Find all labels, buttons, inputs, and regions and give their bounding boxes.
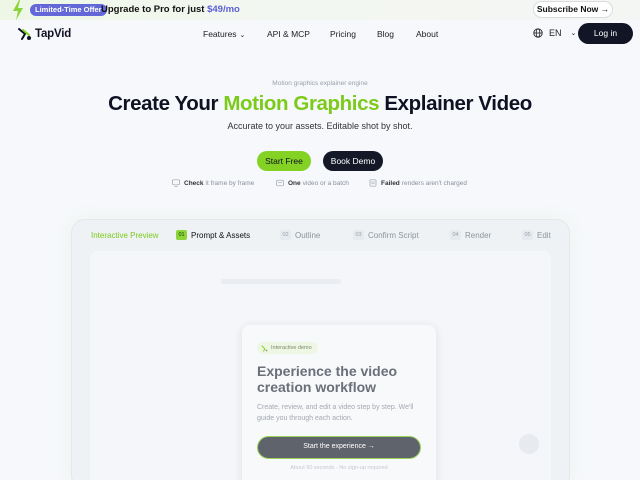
feature-failed-renders: Failed renders aren't charged: [369, 179, 467, 187]
interactive-demo-badge: Interactive demo: [257, 342, 318, 354]
placeholder-circle: [519, 434, 539, 454]
brand-name: TapVid: [35, 28, 72, 40]
card-fine-print: About 90 seconds · No sign-up required: [290, 465, 388, 471]
step-label: Render: [465, 230, 492, 240]
step-outline[interactable]: 02 Outline: [280, 230, 320, 240]
interactive-preview-panel: Interactive Preview 01 Prompt & Assets 02…: [71, 219, 570, 480]
feature-bold: Failed: [381, 179, 400, 187]
workflow-steps: Interactive Preview 01 Prompt & Assets 02…: [72, 220, 571, 252]
hero-title-start: Create Your: [108, 92, 224, 115]
start-experience-button[interactable]: Start the experience →: [257, 436, 421, 459]
preview-label: Interactive Preview: [91, 231, 159, 240]
feature-check-frame: Check it frame by frame: [172, 179, 254, 187]
feature-text: it frame by frame: [205, 179, 255, 187]
step-number: 01: [176, 230, 187, 240]
step-label: Outline: [295, 230, 321, 240]
chevron-down-icon: ⌄: [570, 30, 577, 37]
hero-title: Create Your Motion Graphics Explainer Vi…: [0, 92, 640, 116]
monitor-icon: [172, 179, 180, 187]
nav-api-mcp[interactable]: API & MCP: [267, 29, 310, 39]
login-button[interactable]: Log in: [578, 23, 633, 44]
nav-pricing[interactable]: Pricing: [330, 29, 356, 39]
promo-price: $49/mo: [207, 4, 240, 15]
chevron-down-icon: ⌄: [239, 32, 246, 39]
card-description: Create, review, and edit a video step by…: [257, 404, 414, 422]
nav-features[interactable]: Features ⌄: [203, 29, 245, 39]
step-label: Edit: [537, 230, 551, 240]
language-label: EN: [549, 28, 562, 38]
step-label: Prompt & Assets: [191, 230, 251, 240]
step-label: Confirm Script: [368, 230, 419, 240]
globe-icon: [533, 28, 543, 38]
hero-title-highlight: Motion Graphics: [223, 92, 380, 115]
lightning-icon: [13, 0, 23, 20]
promo-message: Upgrade to Pro for just $49/mo: [101, 4, 240, 16]
step-number: 05: [522, 230, 533, 240]
book-demo-button[interactable]: Book Demo: [323, 151, 383, 171]
language-selector[interactable]: EN ⌄: [533, 28, 576, 38]
feature-one-video: One video or a batch: [276, 179, 349, 187]
sparkle-icon: [261, 345, 268, 351]
layers-icon: [276, 179, 284, 187]
nav-about[interactable]: About: [416, 29, 438, 39]
promo-message-text: Upgrade to Pro for just: [101, 4, 208, 15]
hero-subtitle: Accurate to your assets. Editable shot b…: [227, 121, 413, 131]
limited-offer-badge: Limited-Time Offer: [30, 4, 107, 16]
feature-text: renders aren't charged: [401, 179, 467, 187]
card-title: Experience the video creation workflow: [257, 363, 398, 395]
brand-logo[interactable]: TapVid: [17, 26, 71, 42]
tapvid-logo-icon: [18, 28, 31, 40]
preview-stage: Interactive demo Experience the video cr…: [90, 251, 551, 480]
feature-bold: Check: [184, 179, 204, 187]
step-number: 03: [353, 230, 364, 240]
receipt-icon: [369, 179, 377, 187]
navbar: TapVid Features ⌄ API & MCP Pricing Blog …: [0, 20, 640, 48]
step-edit[interactable]: 05 Edit: [522, 230, 551, 240]
start-free-button[interactable]: Start Free: [257, 151, 311, 171]
hero-eyebrow: Motion graphics explainer engine: [272, 80, 368, 87]
step-number: 04: [450, 230, 461, 240]
step-number: 02: [280, 230, 291, 240]
hero-title-end: Explainer Video: [379, 92, 532, 115]
step-prompt-assets[interactable]: 01 Prompt & Assets: [176, 230, 250, 240]
promo-bar: Limited-Time Offer Upgrade to Pro for ju…: [0, 0, 640, 20]
subscribe-button[interactable]: Subscribe Now →: [533, 1, 613, 18]
step-render[interactable]: 04 Render: [450, 230, 491, 240]
feature-text: video or a batch: [302, 179, 349, 187]
nav-blog[interactable]: Blog: [377, 29, 394, 39]
placeholder-bar: [221, 279, 341, 284]
feature-bold: One: [288, 179, 301, 187]
step-confirm-script[interactable]: 03 Confirm Script: [353, 230, 419, 240]
badge-label: Interactive demo: [271, 345, 312, 351]
interactive-demo-card: Interactive demo Experience the video cr…: [242, 325, 436, 480]
nav-features-label: Features: [203, 29, 237, 39]
